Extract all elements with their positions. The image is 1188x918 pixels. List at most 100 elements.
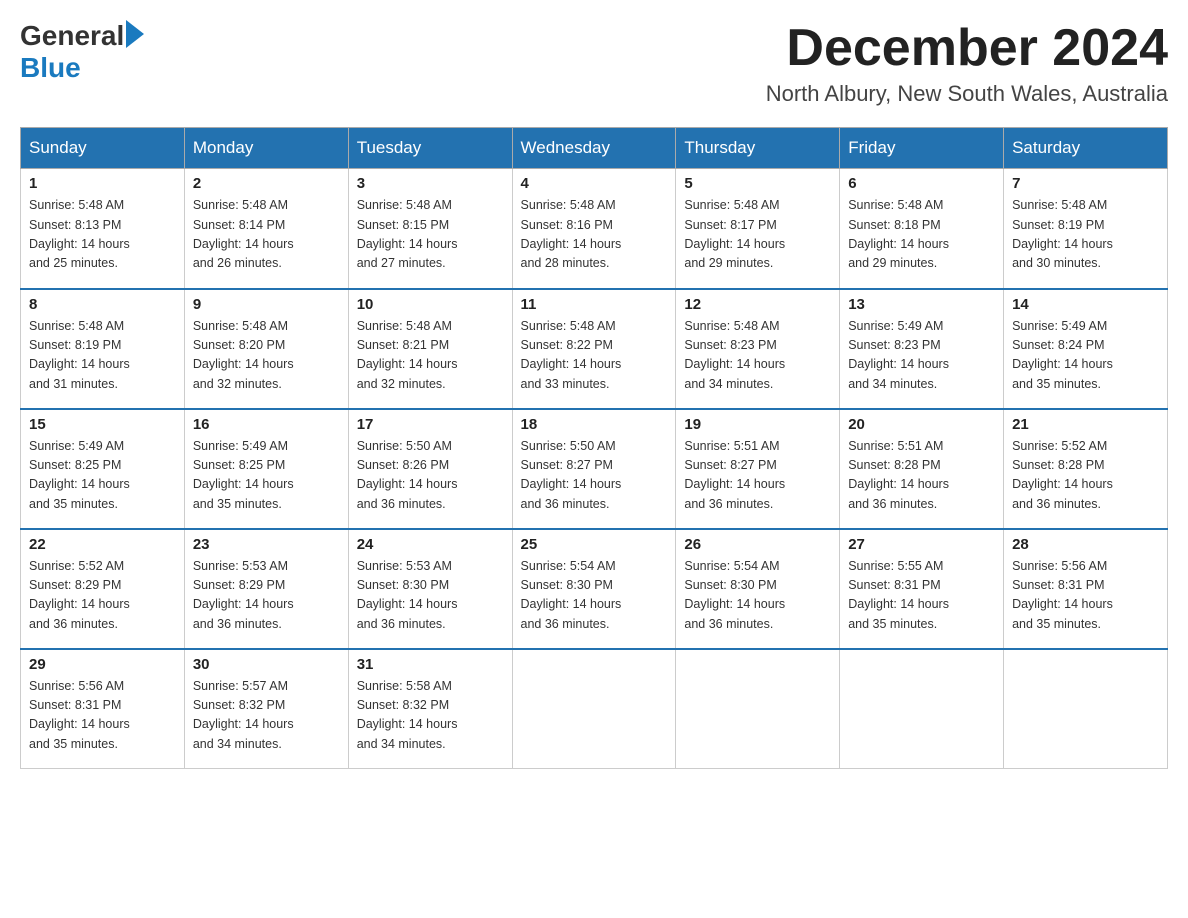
day-number: 19 xyxy=(684,416,831,433)
day-info: Sunrise: 5:48 AMSunset: 8:19 PMDaylight:… xyxy=(1012,196,1159,274)
day-info: Sunrise: 5:49 AMSunset: 8:24 PMDaylight:… xyxy=(1012,317,1159,395)
calendar-day-cell: 17 Sunrise: 5:50 AMSunset: 8:26 PMDayligh… xyxy=(348,409,512,529)
day-number: 17 xyxy=(357,416,504,433)
day-info: Sunrise: 5:53 AMSunset: 8:30 PMDaylight:… xyxy=(357,557,504,635)
calendar-day-cell: 24 Sunrise: 5:53 AMSunset: 8:30 PMDayligh… xyxy=(348,529,512,649)
day-number: 12 xyxy=(684,296,831,313)
day-number: 5 xyxy=(684,175,831,192)
day-number: 18 xyxy=(521,416,668,433)
day-number: 1 xyxy=(29,175,176,192)
calendar-day-cell: 9 Sunrise: 5:48 AMSunset: 8:20 PMDaylight… xyxy=(184,289,348,409)
calendar-day-cell: 16Sunrise: 5:49 AMSunset: 8:25 PMDayligh… xyxy=(184,409,348,529)
calendar-day-cell xyxy=(512,649,676,769)
day-info: Sunrise: 5:48 AMSunset: 8:22 PMDaylight:… xyxy=(521,317,668,395)
calendar-week-row: 8 Sunrise: 5:48 AMSunset: 8:19 PMDaylight… xyxy=(21,289,1168,409)
day-info: Sunrise: 5:48 AMSunset: 8:13 PMDaylight:… xyxy=(29,196,176,274)
calendar-day-cell: 3Sunrise: 5:48 AMSunset: 8:15 PMDaylight… xyxy=(348,169,512,289)
day-info: Sunrise: 5:56 AMSunset: 8:31 PMDaylight:… xyxy=(1012,557,1159,635)
day-info: Sunrise: 5:49 AMSunset: 8:23 PMDaylight:… xyxy=(848,317,995,395)
calendar-week-row: 29 Sunrise: 5:56 AMSunset: 8:31 PMDayligh… xyxy=(21,649,1168,769)
calendar-day-cell: 10Sunrise: 5:48 AMSunset: 8:21 PMDayligh… xyxy=(348,289,512,409)
weekday-header-thursday: Thursday xyxy=(676,128,840,169)
calendar-header-row: SundayMondayTuesdayWednesdayThursdayFrid… xyxy=(21,128,1168,169)
day-info: Sunrise: 5:49 AMSunset: 8:25 PMDaylight:… xyxy=(29,437,176,515)
calendar-day-cell: 19 Sunrise: 5:51 AMSunset: 8:27 PMDayligh… xyxy=(676,409,840,529)
weekday-header-monday: Monday xyxy=(184,128,348,169)
day-number: 8 xyxy=(29,296,176,313)
day-number: 10 xyxy=(357,296,504,313)
day-number: 20 xyxy=(848,416,995,433)
day-number: 2 xyxy=(193,175,340,192)
calendar-table: SundayMondayTuesdayWednesdayThursdayFrid… xyxy=(20,127,1168,769)
calendar-day-cell: 15 Sunrise: 5:49 AMSunset: 8:25 PMDayligh… xyxy=(21,409,185,529)
calendar-week-row: 22 Sunrise: 5:52 AMSunset: 8:29 PMDayligh… xyxy=(21,529,1168,649)
calendar-day-cell: 20 Sunrise: 5:51 AMSunset: 8:28 PMDayligh… xyxy=(840,409,1004,529)
calendar-day-cell: 6 Sunrise: 5:48 AMSunset: 8:18 PMDaylight… xyxy=(840,169,1004,289)
calendar-day-cell: 29 Sunrise: 5:56 AMSunset: 8:31 PMDayligh… xyxy=(21,649,185,769)
day-number: 23 xyxy=(193,536,340,553)
weekday-header-saturday: Saturday xyxy=(1004,128,1168,169)
day-number: 9 xyxy=(193,296,340,313)
calendar-day-cell: 7Sunrise: 5:48 AMSunset: 8:19 PMDaylight… xyxy=(1004,169,1168,289)
logo-arrow-icon xyxy=(126,20,144,48)
day-info: Sunrise: 5:48 AMSunset: 8:19 PMDaylight:… xyxy=(29,317,176,395)
calendar-day-cell: 30 Sunrise: 5:57 AMSunset: 8:32 PMDayligh… xyxy=(184,649,348,769)
calendar-day-cell: 18 Sunrise: 5:50 AMSunset: 8:27 PMDayligh… xyxy=(512,409,676,529)
day-number: 15 xyxy=(29,416,176,433)
day-info: Sunrise: 5:57 AMSunset: 8:32 PMDaylight:… xyxy=(193,677,340,755)
calendar-day-cell: 14 Sunrise: 5:49 AMSunset: 8:24 PMDayligh… xyxy=(1004,289,1168,409)
calendar-day-cell: 8 Sunrise: 5:48 AMSunset: 8:19 PMDaylight… xyxy=(21,289,185,409)
day-number: 27 xyxy=(848,536,995,553)
calendar-day-cell: 22 Sunrise: 5:52 AMSunset: 8:29 PMDayligh… xyxy=(21,529,185,649)
day-number: 24 xyxy=(357,536,504,553)
calendar-day-cell: 25Sunrise: 5:54 AMSunset: 8:30 PMDayligh… xyxy=(512,529,676,649)
calendar-day-cell: 11 Sunrise: 5:48 AMSunset: 8:22 PMDayligh… xyxy=(512,289,676,409)
day-number: 30 xyxy=(193,656,340,673)
day-info: Sunrise: 5:51 AMSunset: 8:28 PMDaylight:… xyxy=(848,437,995,515)
day-info: Sunrise: 5:50 AMSunset: 8:27 PMDaylight:… xyxy=(521,437,668,515)
day-number: 6 xyxy=(848,175,995,192)
day-info: Sunrise: 5:48 AMSunset: 8:23 PMDaylight:… xyxy=(684,317,831,395)
calendar-day-cell: 5Sunrise: 5:48 AMSunset: 8:17 PMDaylight… xyxy=(676,169,840,289)
calendar-day-cell: 12 Sunrise: 5:48 AMSunset: 8:23 PMDayligh… xyxy=(676,289,840,409)
calendar-day-cell: 13 Sunrise: 5:49 AMSunset: 8:23 PMDayligh… xyxy=(840,289,1004,409)
day-info: Sunrise: 5:52 AMSunset: 8:29 PMDaylight:… xyxy=(29,557,176,635)
logo: General Blue xyxy=(20,20,144,84)
logo-text-blue: Blue xyxy=(20,52,81,84)
calendar-day-cell: 21 Sunrise: 5:52 AMSunset: 8:28 PMDayligh… xyxy=(1004,409,1168,529)
day-info: Sunrise: 5:48 AMSunset: 8:15 PMDaylight:… xyxy=(357,196,504,274)
day-info: Sunrise: 5:48 AMSunset: 8:18 PMDaylight:… xyxy=(848,196,995,274)
month-title: December 2024 xyxy=(766,20,1168,77)
page-header: General Blue December 2024 North Albury,… xyxy=(20,20,1168,107)
day-number: 28 xyxy=(1012,536,1159,553)
day-info: Sunrise: 5:50 AMSunset: 8:26 PMDaylight:… xyxy=(357,437,504,515)
calendar-day-cell: 28 Sunrise: 5:56 AMSunset: 8:31 PMDayligh… xyxy=(1004,529,1168,649)
day-info: Sunrise: 5:51 AMSunset: 8:27 PMDaylight:… xyxy=(684,437,831,515)
day-info: Sunrise: 5:52 AMSunset: 8:28 PMDaylight:… xyxy=(1012,437,1159,515)
day-number: 22 xyxy=(29,536,176,553)
day-number: 13 xyxy=(848,296,995,313)
day-info: Sunrise: 5:55 AMSunset: 8:31 PMDaylight:… xyxy=(848,557,995,635)
location-title: North Albury, New South Wales, Australia xyxy=(766,81,1168,107)
day-info: Sunrise: 5:48 AMSunset: 8:20 PMDaylight:… xyxy=(193,317,340,395)
day-info: Sunrise: 5:49 AMSunset: 8:25 PMDaylight:… xyxy=(193,437,340,515)
calendar-day-cell: 31 Sunrise: 5:58 AMSunset: 8:32 PMDayligh… xyxy=(348,649,512,769)
day-info: Sunrise: 5:56 AMSunset: 8:31 PMDaylight:… xyxy=(29,677,176,755)
day-number: 29 xyxy=(29,656,176,673)
calendar-day-cell: 23 Sunrise: 5:53 AMSunset: 8:29 PMDayligh… xyxy=(184,529,348,649)
day-info: Sunrise: 5:54 AMSunset: 8:30 PMDaylight:… xyxy=(521,557,668,635)
calendar-day-cell: 1 Sunrise: 5:48 AMSunset: 8:13 PMDaylight… xyxy=(21,169,185,289)
day-info: Sunrise: 5:58 AMSunset: 8:32 PMDaylight:… xyxy=(357,677,504,755)
calendar-day-cell: 4Sunrise: 5:48 AMSunset: 8:16 PMDaylight… xyxy=(512,169,676,289)
weekday-header-friday: Friday xyxy=(840,128,1004,169)
calendar-day-cell xyxy=(840,649,1004,769)
weekday-header-wednesday: Wednesday xyxy=(512,128,676,169)
day-number: 31 xyxy=(357,656,504,673)
calendar-day-cell: 27 Sunrise: 5:55 AMSunset: 8:31 PMDayligh… xyxy=(840,529,1004,649)
calendar-day-cell xyxy=(676,649,840,769)
day-info: Sunrise: 5:53 AMSunset: 8:29 PMDaylight:… xyxy=(193,557,340,635)
day-info: Sunrise: 5:48 AMSunset: 8:14 PMDaylight:… xyxy=(193,196,340,274)
day-number: 14 xyxy=(1012,296,1159,313)
day-number: 21 xyxy=(1012,416,1159,433)
day-number: 11 xyxy=(521,296,668,313)
